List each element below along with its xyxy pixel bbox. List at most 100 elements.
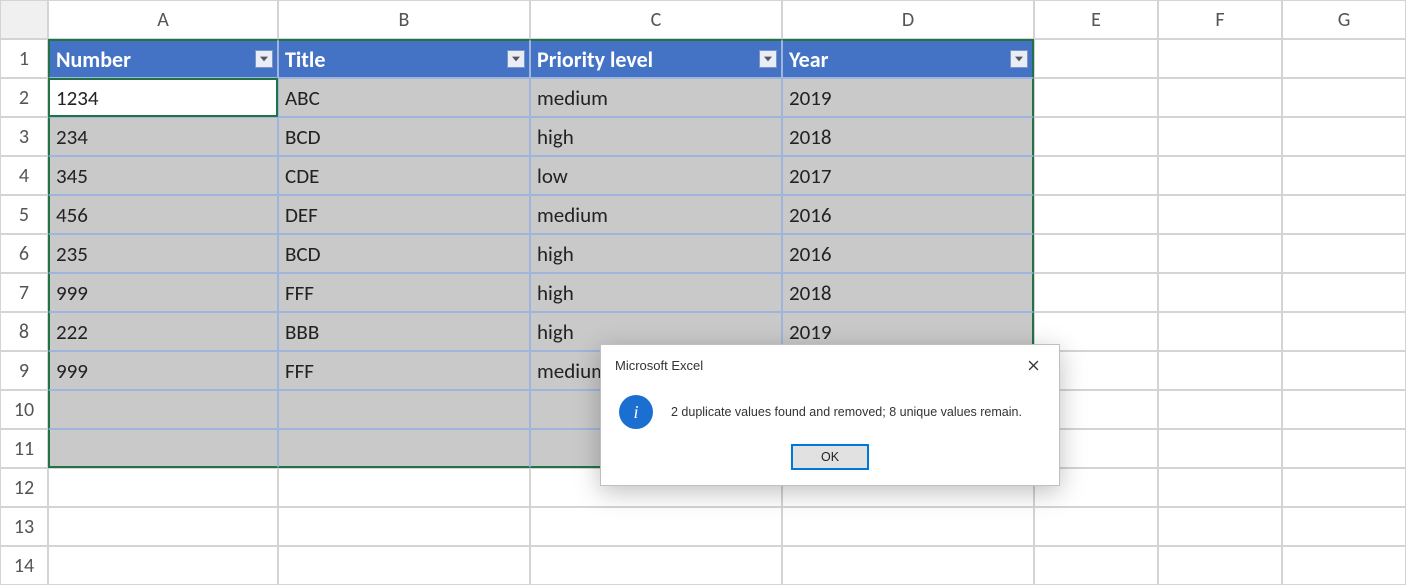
- row-header-14[interactable]: 14: [0, 546, 48, 585]
- filter-dropdown-icon[interactable]: [759, 50, 777, 68]
- cell-B12[interactable]: [278, 468, 530, 507]
- cell-B10[interactable]: [278, 390, 530, 429]
- cell-B4[interactable]: CDE: [278, 156, 530, 195]
- cell-A4[interactable]: 345: [48, 156, 278, 195]
- filter-dropdown-icon[interactable]: [507, 50, 525, 68]
- cell-A5[interactable]: 456: [48, 195, 278, 234]
- cell-A13[interactable]: [48, 507, 278, 546]
- filter-dropdown-icon[interactable]: [1010, 50, 1028, 68]
- cell-D3[interactable]: 2018: [782, 117, 1034, 156]
- row-header-13[interactable]: 13: [0, 507, 48, 546]
- cell-A14[interactable]: [48, 546, 278, 585]
- cell-A10[interactable]: [48, 390, 278, 429]
- cell-E6[interactable]: [1034, 234, 1158, 273]
- cell-A6[interactable]: 235: [48, 234, 278, 273]
- cell-F1[interactable]: [1158, 39, 1282, 78]
- cell-E1[interactable]: [1034, 39, 1158, 78]
- cell-F11[interactable]: [1158, 429, 1282, 468]
- column-header-C[interactable]: C: [530, 0, 782, 39]
- cell-F2[interactable]: [1158, 78, 1282, 117]
- cell-F5[interactable]: [1158, 195, 1282, 234]
- select-all-corner[interactable]: [0, 0, 48, 39]
- cell-G2[interactable]: [1282, 78, 1406, 117]
- cell-F3[interactable]: [1158, 117, 1282, 156]
- cell-G4[interactable]: [1282, 156, 1406, 195]
- spreadsheet-grid[interactable]: ABCDEFG1NumberTitlePriority levelYear212…: [0, 0, 1406, 585]
- cell-G1[interactable]: [1282, 39, 1406, 78]
- filter-dropdown-icon[interactable]: [255, 50, 273, 68]
- column-header-D[interactable]: D: [782, 0, 1034, 39]
- row-header-4[interactable]: 4: [0, 156, 48, 195]
- cell-B14[interactable]: [278, 546, 530, 585]
- cell-B11[interactable]: [278, 429, 530, 468]
- cell-B7[interactable]: FFF: [278, 273, 530, 312]
- cell-F6[interactable]: [1158, 234, 1282, 273]
- cell-B5[interactable]: DEF: [278, 195, 530, 234]
- row-header-1[interactable]: 1: [0, 39, 48, 78]
- cell-C7[interactable]: high: [530, 273, 782, 312]
- row-header-9[interactable]: 9: [0, 351, 48, 390]
- cell-E13[interactable]: [1034, 507, 1158, 546]
- cell-G10[interactable]: [1282, 390, 1406, 429]
- cell-C4[interactable]: low: [530, 156, 782, 195]
- cell-G9[interactable]: [1282, 351, 1406, 390]
- cell-E3[interactable]: [1034, 117, 1158, 156]
- row-header-2[interactable]: 2: [0, 78, 48, 117]
- cell-D2[interactable]: 2019: [782, 78, 1034, 117]
- row-header-12[interactable]: 12: [0, 468, 48, 507]
- cell-C13[interactable]: [530, 507, 782, 546]
- cell-A7[interactable]: 999: [48, 273, 278, 312]
- table-header-title[interactable]: Title: [278, 39, 530, 78]
- ok-button[interactable]: OK: [792, 445, 868, 469]
- column-header-G[interactable]: G: [1282, 0, 1406, 39]
- row-header-5[interactable]: 5: [0, 195, 48, 234]
- column-header-A[interactable]: A: [48, 0, 278, 39]
- cell-A3[interactable]: 234: [48, 117, 278, 156]
- cell-E5[interactable]: [1034, 195, 1158, 234]
- cell-C3[interactable]: high: [530, 117, 782, 156]
- cell-F10[interactable]: [1158, 390, 1282, 429]
- cell-F4[interactable]: [1158, 156, 1282, 195]
- table-header-priority-level[interactable]: Priority level: [530, 39, 782, 78]
- cell-B8[interactable]: BBB: [278, 312, 530, 351]
- cell-D14[interactable]: [782, 546, 1034, 585]
- cell-D13[interactable]: [782, 507, 1034, 546]
- column-header-E[interactable]: E: [1034, 0, 1158, 39]
- cell-D4[interactable]: 2017: [782, 156, 1034, 195]
- cell-D7[interactable]: 2018: [782, 273, 1034, 312]
- column-header-F[interactable]: F: [1158, 0, 1282, 39]
- cell-C5[interactable]: medium: [530, 195, 782, 234]
- cell-C2[interactable]: medium: [530, 78, 782, 117]
- cell-E2[interactable]: [1034, 78, 1158, 117]
- cell-C6[interactable]: high: [530, 234, 782, 273]
- cell-B3[interactable]: BCD: [278, 117, 530, 156]
- cell-E7[interactable]: [1034, 273, 1158, 312]
- cell-G7[interactable]: [1282, 273, 1406, 312]
- cell-A2[interactable]: 1234: [48, 78, 278, 117]
- row-header-7[interactable]: 7: [0, 273, 48, 312]
- cell-D6[interactable]: 2016: [782, 234, 1034, 273]
- row-header-10[interactable]: 10: [0, 390, 48, 429]
- table-header-number[interactable]: Number: [48, 39, 278, 78]
- column-header-B[interactable]: B: [278, 0, 530, 39]
- cell-G13[interactable]: [1282, 507, 1406, 546]
- cell-A12[interactable]: [48, 468, 278, 507]
- cell-G14[interactable]: [1282, 546, 1406, 585]
- cell-G5[interactable]: [1282, 195, 1406, 234]
- cell-F14[interactable]: [1158, 546, 1282, 585]
- close-icon[interactable]: [1017, 353, 1049, 377]
- cell-A9[interactable]: 999: [48, 351, 278, 390]
- row-header-6[interactable]: 6: [0, 234, 48, 273]
- cell-G12[interactable]: [1282, 468, 1406, 507]
- cell-E4[interactable]: [1034, 156, 1158, 195]
- cell-G6[interactable]: [1282, 234, 1406, 273]
- cell-B2[interactable]: ABC: [278, 78, 530, 117]
- cell-A8[interactable]: 222: [48, 312, 278, 351]
- row-header-11[interactable]: 11: [0, 429, 48, 468]
- cell-G11[interactable]: [1282, 429, 1406, 468]
- cell-A11[interactable]: [48, 429, 278, 468]
- cell-F12[interactable]: [1158, 468, 1282, 507]
- cell-G3[interactable]: [1282, 117, 1406, 156]
- cell-B13[interactable]: [278, 507, 530, 546]
- cell-D5[interactable]: 2016: [782, 195, 1034, 234]
